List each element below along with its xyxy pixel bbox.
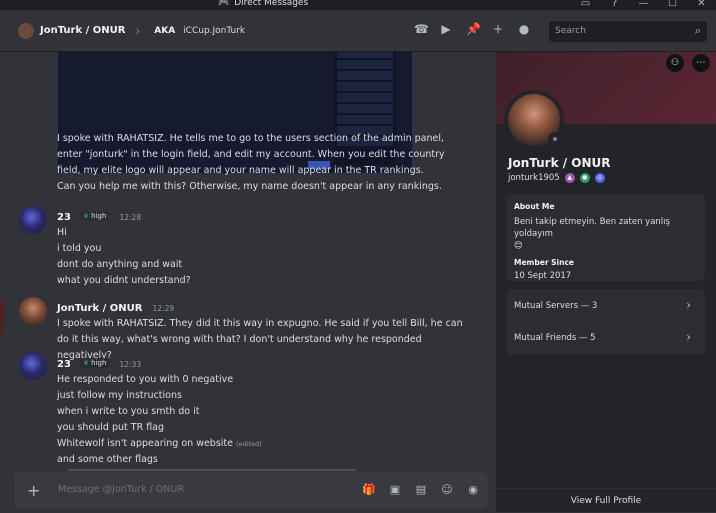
message-input[interactable]: Message @JonTurk / ONUR <box>58 484 184 495</box>
game-icon[interactable]: ◉ <box>466 483 480 496</box>
plus-icon[interactable]: + <box>27 481 40 500</box>
mutuals-card: Mutual Servers — 3 › Mutual Friends — 5 … <box>506 289 705 355</box>
avatar[interactable] <box>19 206 47 234</box>
header-username[interactable]: JonTurk / ONUR <box>40 25 125 36</box>
badge-icon[interactable]: ● <box>579 173 590 183</box>
search-placeholder: Search <box>555 26 586 36</box>
about-heading: About Me <box>514 202 555 211</box>
message-text: you should put TR flag <box>57 422 165 433</box>
about-text: Beni takip etmeyin. Ben zaten yanlış yol… <box>514 217 670 239</box>
message-intro: I spoke with RAHATSIZ. He tells me to go… <box>57 131 467 195</box>
minimize-icon[interactable]: — <box>629 0 658 9</box>
close-icon[interactable]: ✕ <box>687 0 716 9</box>
nitro-icon[interactable]: ◎ <box>594 173 605 183</box>
message-text: He responded to you with 0 negative <box>57 374 234 385</box>
edited-label: (edited) <box>236 440 262 448</box>
message-text: Whitewolf isn't appearing on website <box>57 438 233 449</box>
search-input[interactable]: Search ⌕ <box>549 21 707 42</box>
emoji-icon[interactable]: ☺ <box>440 483 454 496</box>
maximize-icon[interactable]: ☐ <box>658 0 687 9</box>
chat-area: I spoke with RAHATSIZ. He tells me to go… <box>0 52 495 512</box>
window-titlebar: 🎮 Direct Messages ▭ ? — ☐ ✕ <box>0 0 716 10</box>
leaf-icon: ❦ <box>83 358 89 367</box>
mutual-servers-label: Mutual Servers — 3 <box>514 301 598 311</box>
message-timestamp: 12:28 <box>119 213 142 222</box>
message-timestamp: 12:29 <box>152 304 175 313</box>
message-group: 23 ❦ high 12:28 Hi i told you dont do an… <box>57 205 467 289</box>
message-text: Hi <box>57 227 67 238</box>
hypesquad-icon[interactable]: ▲ <box>564 173 575 183</box>
mutual-servers-row[interactable]: Mutual Servers — 3 › <box>506 291 705 321</box>
call-icon[interactable]: ☎ <box>414 22 429 36</box>
message-author[interactable]: 23 <box>57 212 71 223</box>
avatar[interactable] <box>19 297 47 325</box>
gif-icon[interactable]: ▣ <box>388 483 402 496</box>
member-since-date: 10 Sept 2017 <box>514 271 572 281</box>
profile-avatar[interactable] <box>504 90 564 150</box>
message-text: and some other flags <box>57 454 158 465</box>
profile-panel: ⚇ ⋯ JonTurk / ONUR jonturk1905 ▲ ● ◎ Abo… <box>496 52 716 512</box>
header-avatar <box>18 22 34 39</box>
message-text: I spoke with RAHATSIZ. He tells me to go… <box>57 133 445 176</box>
help-icon[interactable]: ? <box>600 0 629 9</box>
window-title: 🎮 Direct Messages <box>218 0 308 8</box>
channel-header: JonTurk / ONUR › AKA iCCup.JonTurk ☎ ▶ 📌… <box>0 10 716 52</box>
smile-emoji-icon: 😊 <box>514 241 523 251</box>
aka-label: AKA <box>154 25 176 36</box>
message-text: Can you help me with this? Otherwise, my… <box>57 181 442 192</box>
badge-label: high <box>91 211 107 220</box>
inbox-icon[interactable]: ▭ <box>571 0 600 9</box>
avatar[interactable] <box>19 352 47 380</box>
about-card: About Me Beni takip etmeyin. Ben zaten y… <box>506 194 705 281</box>
gift-icon[interactable]: 🎁 <box>362 483 376 496</box>
aka-value: iCCup.JonTurk <box>183 25 246 36</box>
mutual-friends-row[interactable]: Mutual Friends — 5 › <box>506 323 705 353</box>
profile-name: JonTurk / ONUR <box>508 156 611 170</box>
left-edge-marker <box>0 300 3 334</box>
message-text: when i write to you smth do it <box>57 406 200 417</box>
window-title-text: Direct Messages <box>234 0 309 8</box>
message-text: dont do anything and wait <box>57 259 183 270</box>
sticker-icon[interactable]: ▤ <box>414 483 428 496</box>
search-icon: ⌕ <box>694 24 701 37</box>
add-friend-profile-icon[interactable]: ⚇ <box>666 54 684 72</box>
view-full-profile-button[interactable]: View Full Profile <box>496 488 716 512</box>
message-timestamp: 12:33 <box>119 360 142 369</box>
message-author[interactable]: 23 <box>57 359 71 370</box>
chevron-right-icon: › <box>686 330 691 344</box>
add-friend-icon[interactable]: + <box>492 22 504 36</box>
mutual-friends-label: Mutual Friends — 5 <box>514 333 596 343</box>
status-indicator <box>548 132 562 146</box>
message-composer[interactable]: + Message @JonTurk / ONUR 🎁 ▣ ▤ ☺ ◉ <box>14 472 488 509</box>
profile-toggle-icon[interactable]: ● <box>518 22 530 36</box>
video-icon[interactable]: ▶ <box>440 22 452 36</box>
badge-label: high <box>91 358 107 367</box>
message-group: 23 ❦ high 12:33 He responded to you with… <box>57 352 467 468</box>
pin-icon[interactable]: 📌 <box>466 22 481 36</box>
profile-handle: jonturk1905 <box>508 173 560 183</box>
discord-icon: 🎮 <box>218 0 230 8</box>
more-icon[interactable]: ⋯ <box>692 54 710 72</box>
chevron-right-icon: › <box>686 298 691 312</box>
message-author[interactable]: JonTurk / ONUR <box>57 303 142 314</box>
header-separator: › <box>135 23 141 38</box>
clan-badge: ❦ high <box>80 357 110 368</box>
clan-badge: ❦ high <box>80 210 110 221</box>
message-text: what you didnt understand? <box>57 275 191 286</box>
message-text: i told you <box>57 243 102 254</box>
member-since-heading: Member Since <box>514 258 574 267</box>
embed-divider <box>68 469 356 471</box>
profile-handle-row: jonturk1905 ▲ ● ◎ <box>508 173 605 183</box>
leaf-icon: ❦ <box>83 211 89 220</box>
message-text: just follow my instructions <box>57 390 182 401</box>
